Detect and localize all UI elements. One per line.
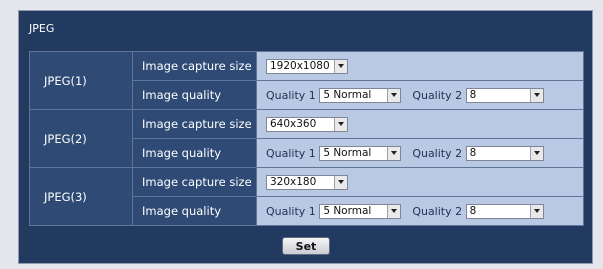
select-value: 5 Normal xyxy=(323,89,372,101)
group-label-jpeg3: JPEG(3) xyxy=(29,167,133,226)
chevron-down-icon[interactable] xyxy=(334,175,347,189)
table-row: JPEG(2) Image capture size 640x360 xyxy=(29,109,584,168)
jpeg-settings-panel: JPEG JPEG(1) Image capture size 1920x108… xyxy=(18,10,593,264)
quality2-label: Quality 2 xyxy=(412,204,463,218)
chevron-down-icon[interactable] xyxy=(529,204,543,218)
capture-size-select-jpeg3[interactable]: 320x180 xyxy=(266,174,348,190)
image-quality-label: Image quality xyxy=(132,138,257,168)
chevron-down-icon[interactable] xyxy=(387,204,401,218)
quality1-label: Quality 1 xyxy=(266,204,316,218)
jpeg-settings-table: JPEG(1) Image capture size 1920x1080 Ima… xyxy=(29,51,584,226)
capture-size-cell: 1920x1080 xyxy=(256,51,584,81)
image-quality-label: Image quality xyxy=(132,80,257,110)
select-value: 8 xyxy=(469,147,477,159)
quality1-select-jpeg1[interactable]: 5 Normal xyxy=(319,87,402,103)
select-value: 8 xyxy=(469,89,477,101)
quality2-label: Quality 2 xyxy=(412,88,463,102)
capture-size-cell: 640x360 xyxy=(256,109,584,139)
capture-size-cell: 320x180 xyxy=(256,167,584,197)
capture-size-select-jpeg2[interactable]: 640x360 xyxy=(266,116,348,132)
chevron-down-icon[interactable] xyxy=(387,88,401,102)
chevron-down-icon[interactable] xyxy=(529,88,543,102)
image-quality-label: Image quality xyxy=(132,196,257,226)
group-label-jpeg2: JPEG(2) xyxy=(29,109,133,168)
chevron-down-icon[interactable] xyxy=(387,146,401,160)
table-row: JPEG(3) Image capture size 320x180 xyxy=(29,167,584,226)
quality1-select-jpeg2[interactable]: 5 Normal xyxy=(319,145,402,161)
capture-size-label: Image capture size xyxy=(132,109,257,139)
quality2-select-jpeg3[interactable]: 8 xyxy=(465,203,544,219)
section-title: JPEG xyxy=(29,22,55,35)
select-value: 8 xyxy=(469,205,477,217)
quality2-select-jpeg2[interactable]: 8 xyxy=(465,145,544,161)
select-value: 320x180 xyxy=(270,176,317,188)
quality2-label: Quality 2 xyxy=(412,146,463,160)
select-value: 5 Normal xyxy=(323,205,372,217)
image-quality-cell: Quality 1 5 Normal Quality 2 8 xyxy=(256,138,584,168)
chevron-down-icon[interactable] xyxy=(529,146,543,160)
image-quality-cell: Quality 1 5 Normal Quality 2 8 xyxy=(256,80,584,110)
group-label-jpeg1: JPEG(1) xyxy=(29,51,133,110)
select-value: 1920x1080 xyxy=(270,60,330,72)
select-value: 640x360 xyxy=(270,118,317,130)
settings-page: JPEG JPEG(1) Image capture size 1920x108… xyxy=(0,0,603,269)
quality1-label: Quality 1 xyxy=(266,88,316,102)
set-button[interactable]: Set xyxy=(282,237,330,255)
image-quality-cell: Quality 1 5 Normal Quality 2 8 xyxy=(256,196,584,226)
quality1-select-jpeg3[interactable]: 5 Normal xyxy=(319,203,402,219)
select-value: 5 Normal xyxy=(323,147,372,159)
chevron-down-icon[interactable] xyxy=(334,117,347,131)
capture-size-label: Image capture size xyxy=(132,167,257,197)
quality2-select-jpeg1[interactable]: 8 xyxy=(465,87,544,103)
table-row: JPEG(1) Image capture size 1920x1080 xyxy=(29,51,584,110)
capture-size-select-jpeg1[interactable]: 1920x1080 xyxy=(266,58,348,74)
quality1-label: Quality 1 xyxy=(266,146,316,160)
capture-size-label: Image capture size xyxy=(132,51,257,81)
chevron-down-icon[interactable] xyxy=(334,59,347,73)
